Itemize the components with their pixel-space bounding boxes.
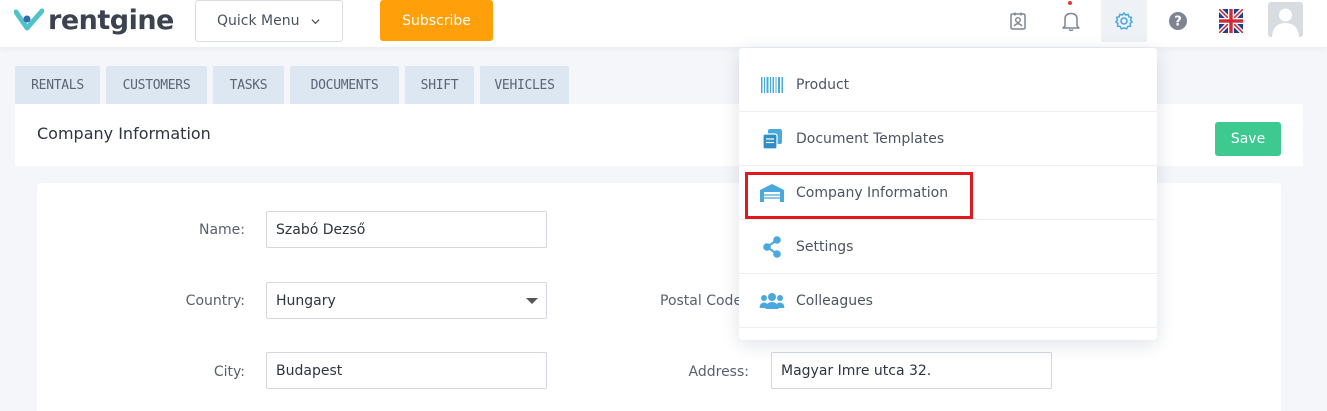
help-icon: ? (1169, 12, 1187, 30)
settings-button[interactable] (1101, 0, 1147, 42)
subscribe-button[interactable]: Subscribe (380, 0, 493, 41)
user-avatar[interactable] (1268, 2, 1303, 37)
caret-down-icon (526, 298, 538, 304)
address-value: Magyar Imre utca 32. (781, 362, 932, 379)
save-button[interactable]: Save (1215, 122, 1281, 156)
menu-item-label: Settings (796, 238, 854, 255)
share-icon (759, 235, 785, 259)
settings-dropdown-menu: Product Document Templates Company Infor… (739, 48, 1157, 340)
app-logo[interactable]: rentgine (14, 4, 174, 36)
quick-menu-label: Quick Menu (217, 13, 300, 29)
menu-item-label: Product (796, 76, 850, 93)
address-field[interactable]: Magyar Imre utca 32. (771, 352, 1052, 389)
menu-item-document-templates[interactable]: Document Templates (739, 112, 1157, 166)
bell-icon (1062, 12, 1080, 32)
tab-vehicles[interactable]: VEHICLES (480, 66, 569, 104)
users-icon (759, 289, 785, 313)
menu-item-company-information[interactable]: Company Information (739, 166, 1157, 220)
rentgine-logo-icon (14, 8, 44, 31)
contact-card-icon (1010, 12, 1026, 30)
address-label: Address: (688, 364, 749, 380)
uk-flag-icon (1219, 9, 1243, 33)
documents-icon (759, 127, 785, 151)
tab-rentals[interactable]: RENTALS (15, 66, 100, 104)
postal-code-label: Postal Code (660, 293, 743, 309)
user-avatar-icon (1272, 8, 1299, 37)
language-button[interactable] (1208, 0, 1254, 42)
chevron-down-icon (311, 18, 321, 24)
city-field[interactable]: Budapest (266, 352, 547, 389)
menu-item-product[interactable]: Product (739, 58, 1157, 112)
tab-customers[interactable]: CUSTOMERS (106, 66, 207, 104)
quick-menu-dropdown[interactable]: Quick Menu (195, 0, 343, 42)
help-button[interactable]: ? (1155, 0, 1201, 42)
name-value: Szabó Dezső (276, 221, 366, 238)
country-value: Hungary (276, 292, 336, 309)
menu-item-label: Colleagues (796, 292, 873, 309)
name-label: Name: (198, 222, 245, 238)
menu-item-label: Company Information (796, 184, 949, 201)
notifications-button[interactable] (1048, 0, 1094, 42)
menu-item-label: Document Templates (796, 130, 945, 147)
tab-documents[interactable]: DOCUMENTS (290, 66, 399, 104)
tab-shift[interactable]: SHIFT (405, 66, 474, 104)
warehouse-icon (759, 181, 785, 205)
svg-text:?: ? (1174, 15, 1182, 30)
city-value: Budapest (276, 362, 343, 379)
main-tabs: RENTALS CUSTOMERS TASKS DOCUMENTS SHIFT … (15, 66, 569, 104)
city-label: City: (213, 364, 245, 380)
tab-tasks[interactable]: TASKS (213, 66, 284, 104)
menu-item-settings[interactable]: Settings (739, 220, 1157, 274)
barcode-icon (759, 73, 785, 97)
notification-dot (1068, 1, 1072, 5)
gear-icon (1115, 12, 1133, 30)
top-bar: rentgine Quick Menu Subscribe ? (0, 0, 1327, 47)
contacts-button[interactable] (995, 0, 1041, 42)
page-title: Company Information (37, 124, 211, 143)
country-label: Country: (185, 293, 245, 309)
name-field[interactable]: Szabó Dezső (266, 211, 547, 248)
country-select[interactable]: Hungary (266, 282, 547, 319)
menu-item-colleagues[interactable]: Colleagues (739, 274, 1157, 328)
logo-text: rentgine (48, 4, 174, 36)
